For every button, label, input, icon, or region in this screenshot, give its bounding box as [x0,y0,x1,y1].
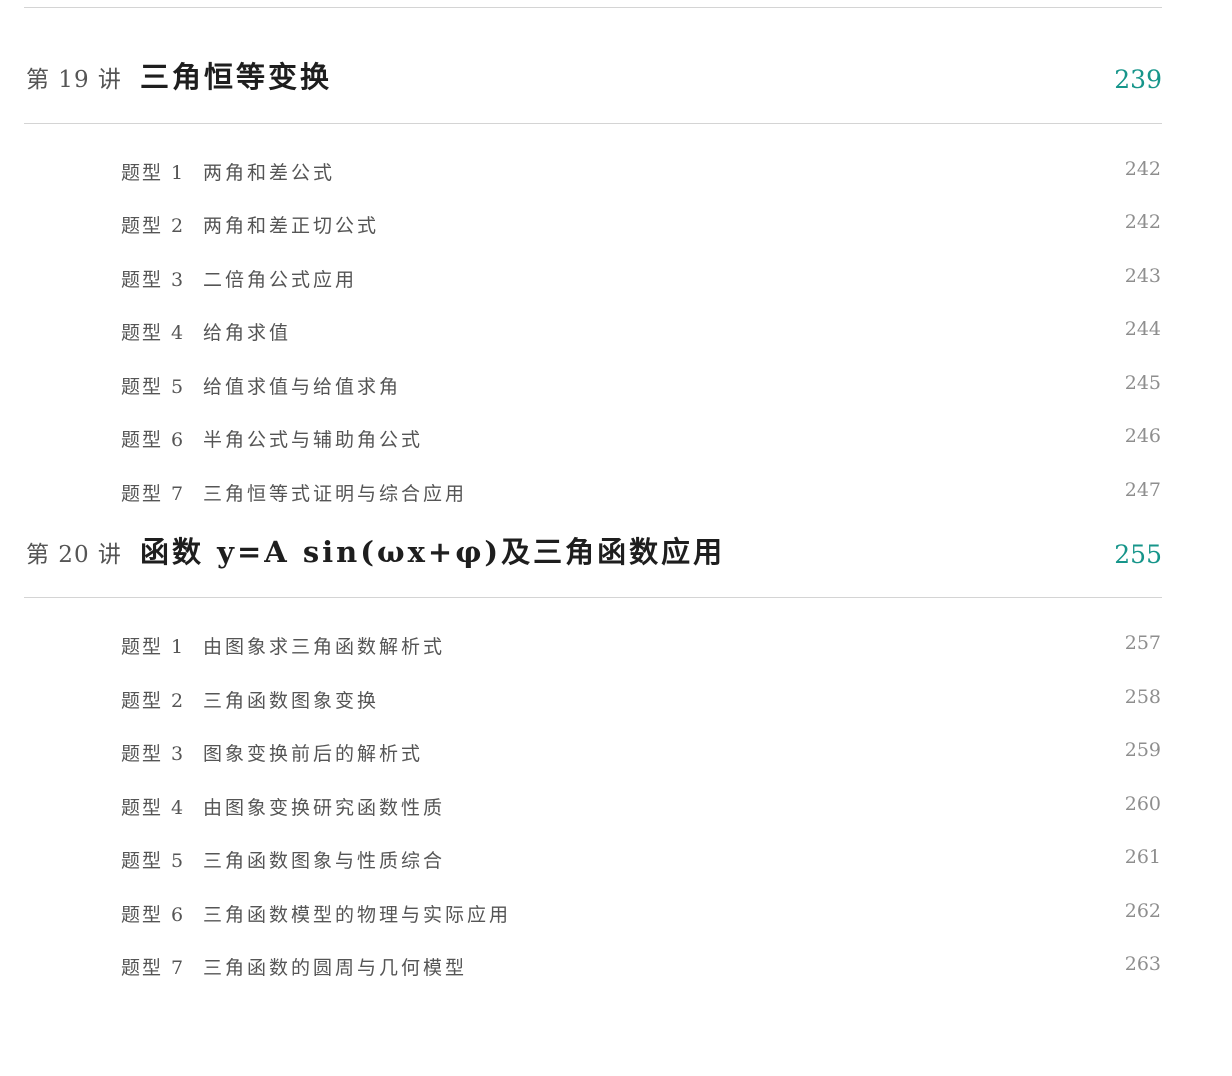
item-page-number: 243 [1124,265,1161,287]
item-number: 题型 4 [121,322,186,344]
item-number: 题型 2 [121,690,186,712]
item-page-number: 245 [1124,372,1161,394]
item-number: 题型 4 [121,797,186,819]
toc-item[interactable]: 题型 3 二倍角公式应用 243 [121,263,1161,293]
chapter-number: 第 20 讲 [26,542,122,568]
item-number: 题型 1 [121,636,186,658]
item-title: 由图象变换研究函数性质 [203,797,446,819]
chapter-heading[interactable]: 第 20 讲 函数 y=A sin(ωx+φ)及三角函数应用 255 [26,533,1162,577]
item-page-number: 257 [1124,632,1161,654]
toc-item[interactable]: 题型 4 给角求值 244 [121,316,1161,346]
item-number: 题型 1 [121,162,186,184]
chapter-title: 三角恒等变换 [140,60,333,94]
item-page-number: 259 [1124,739,1161,761]
chapter-number: 第 19 讲 [26,67,122,93]
item-title: 三角函数图象与性质综合 [203,850,446,872]
item-number: 题型 5 [121,376,186,398]
item-title: 三角函数图象变换 [203,690,380,712]
toc-item[interactable]: 题型 6 三角函数模型的物理与实际应用 262 [121,898,1161,928]
toc-item[interactable]: 题型 7 三角恒等式证明与综合应用 247 [121,477,1161,507]
chapter-title: 函数 y=A sin(ωx+φ)及三角函数应用 [140,535,726,569]
item-page-number: 244 [1124,318,1161,340]
item-number: 题型 3 [121,743,186,765]
item-page-number: 247 [1124,479,1161,501]
toc-item[interactable]: 题型 5 三角函数图象与性质综合 261 [121,844,1161,874]
chapter-divider [24,597,1162,598]
top-rule [24,7,1162,8]
item-number: 题型 2 [121,215,186,237]
toc-item[interactable]: 题型 7 三角函数的圆周与几何模型 263 [121,951,1161,981]
item-number: 题型 6 [121,904,186,926]
toc-item[interactable]: 题型 2 三角函数图象变换 258 [121,684,1161,714]
item-number: 题型 7 [121,483,186,505]
toc-item[interactable]: 题型 3 图象变换前后的解析式 259 [121,737,1161,767]
item-page-number: 242 [1124,158,1161,180]
item-title: 半角公式与辅助角公式 [203,429,424,451]
item-title: 两角和差公式 [203,162,336,184]
chapter-page-number: 255 [1114,540,1162,569]
item-number: 题型 6 [121,429,186,451]
item-title: 三角函数的圆周与几何模型 [203,957,468,979]
item-page-number: 246 [1124,425,1161,447]
item-page-number: 242 [1124,211,1161,233]
item-title: 两角和差正切公式 [203,215,380,237]
item-title: 二倍角公式应用 [203,269,358,291]
item-title: 给值求值与给值求角 [203,376,402,398]
toc-item[interactable]: 题型 1 由图象求三角函数解析式 257 [121,630,1161,660]
item-page-number: 260 [1124,793,1161,815]
item-title: 给角求值 [203,322,292,344]
item-number: 题型 5 [121,850,186,872]
chapter-heading[interactable]: 第 19 讲 三角恒等变换 239 [26,58,1162,102]
item-title: 由图象求三角函数解析式 [203,636,446,658]
item-page-number: 263 [1124,953,1161,975]
item-title: 图象变换前后的解析式 [203,743,424,765]
toc-item[interactable]: 题型 6 半角公式与辅助角公式 246 [121,423,1161,453]
item-page-number: 258 [1124,686,1161,708]
chapter-divider [24,123,1162,124]
item-title: 三角恒等式证明与综合应用 [203,483,468,505]
chapter-page-number: 239 [1114,65,1162,94]
item-number: 题型 7 [121,957,186,979]
item-page-number: 262 [1124,900,1161,922]
toc-item[interactable]: 题型 4 由图象变换研究函数性质 260 [121,791,1161,821]
toc-item[interactable]: 题型 1 两角和差公式 242 [121,156,1161,186]
toc-item[interactable]: 题型 5 给值求值与给值求角 245 [121,370,1161,400]
item-page-number: 261 [1124,846,1161,868]
item-title: 三角函数模型的物理与实际应用 [203,904,512,926]
item-number: 题型 3 [121,269,186,291]
toc-item[interactable]: 题型 2 两角和差正切公式 242 [121,209,1161,239]
